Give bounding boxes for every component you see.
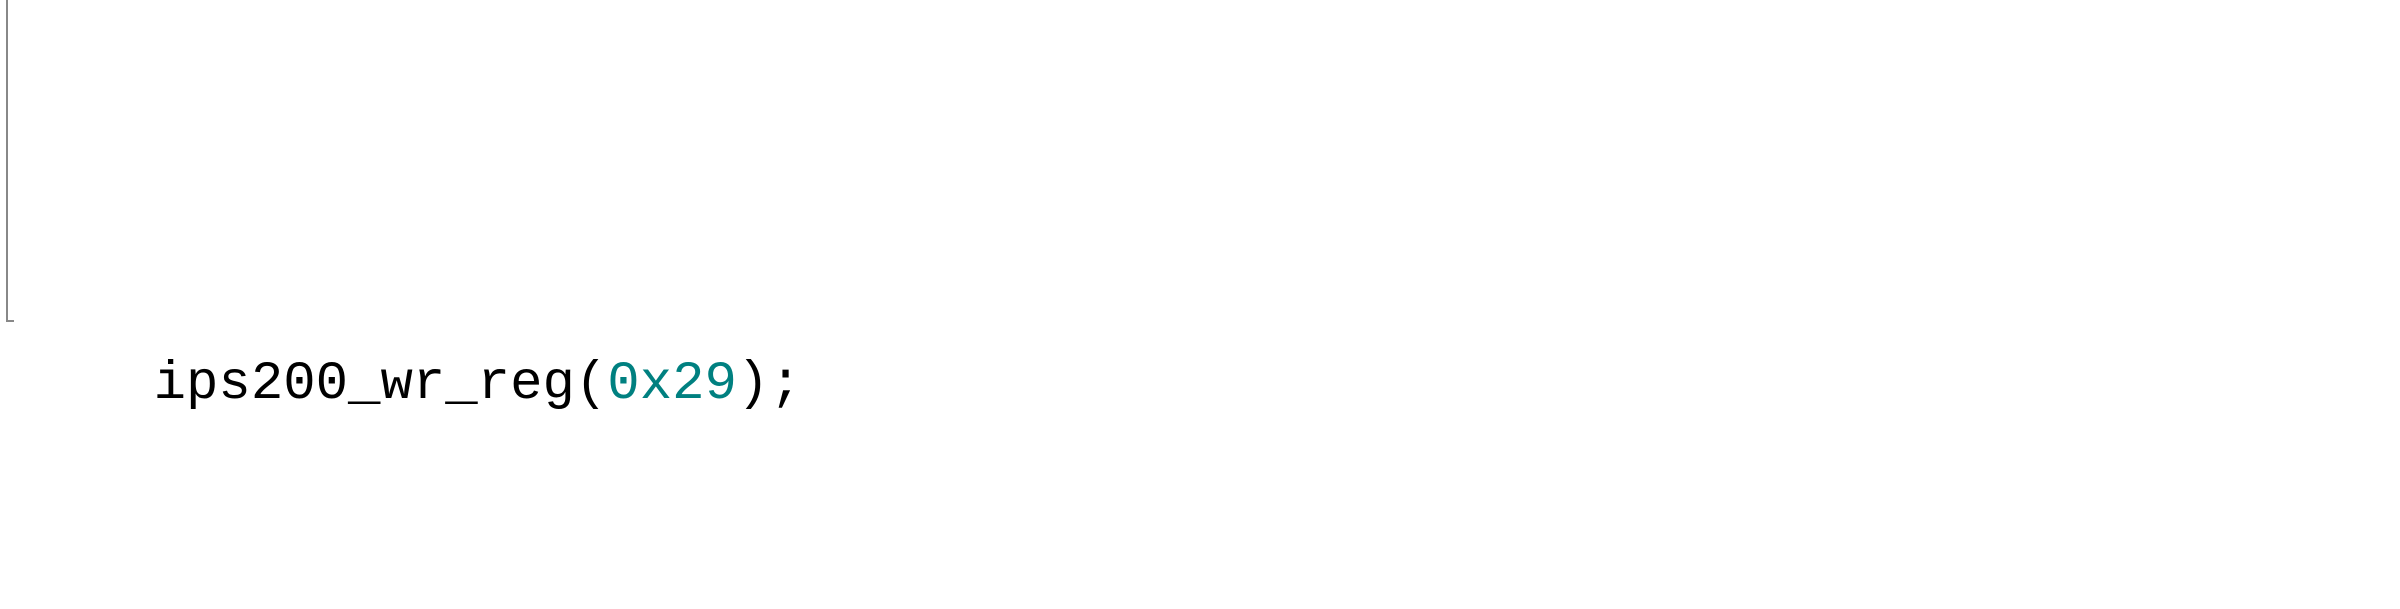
code-text: ); xyxy=(737,354,802,415)
code-text: ips200_wr_reg( xyxy=(24,354,607,415)
fold-guide xyxy=(6,0,14,322)
numeric-literal: 0x29 xyxy=(607,354,737,415)
code-line-1: ips200_wr_reg(0x29); xyxy=(0,344,2400,425)
code-snippet: ips200_wr_reg(0x29); ips200_clear(IPS200… xyxy=(0,0,2400,609)
